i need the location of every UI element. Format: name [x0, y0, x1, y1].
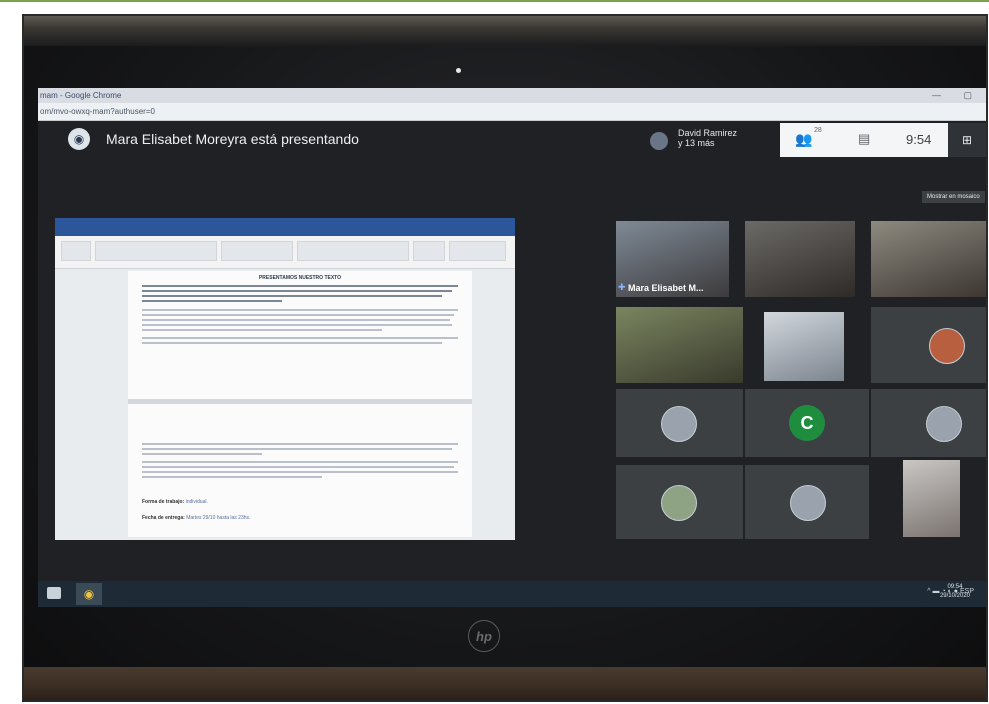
document-heading: PRESENTAMOS NUESTRO TEXTO [258, 275, 342, 281]
work-form-line: Forma de trabajo: individual. [142, 499, 208, 505]
webcam-dot [456, 68, 461, 73]
participant-tile[interactable] [616, 465, 743, 539]
text-line [142, 453, 262, 455]
presenter-avatar: ◉ [68, 128, 90, 150]
meeting-clock: 9:54 [906, 132, 932, 147]
participant-name-label: Mara Elisabet M... [628, 283, 704, 293]
taskbar-date: 29/10/2020 [939, 593, 970, 599]
participant-avatar [929, 328, 965, 364]
window-controls[interactable]: — ▢ [932, 88, 982, 103]
text-line [142, 314, 454, 316]
participant-avatar [790, 485, 826, 521]
hp-logo: hp [468, 620, 500, 652]
chat-icon[interactable]: ▤ [858, 131, 870, 147]
text-line [142, 466, 454, 468]
ribbon-editing-group [413, 241, 445, 261]
participant-tile-presenter[interactable]: ✚ Mara Elisabet M... [616, 221, 729, 297]
laptop-photo: mam - Google Chrome — ▢ om/mvo-owxq-mam?… [22, 14, 988, 702]
laptop-screen: mam - Google Chrome — ▢ om/mvo-owxq-mam?… [38, 88, 986, 607]
shared-word-document: PRESENTAMOS NUESTRO TEXTO Forma de traba… [55, 218, 515, 540]
url-text: om/mvo-owxq-mam?authuser=0 [40, 107, 155, 116]
taskbar-time: 09:54 [947, 584, 963, 590]
text-line [142, 337, 458, 339]
meet-top-bar: ◉ Mara Elisabet Moreyra está presentando… [38, 121, 986, 165]
people-count: 28 [814, 127, 822, 134]
participant-tile[interactable] [764, 312, 844, 381]
bezel-reflection [24, 16, 986, 46]
taskbar-clock: 09:54 29/10/2020 [940, 583, 970, 601]
participant-tile[interactable] [871, 221, 986, 297]
meet-controls-panel: 👥 28 ▤ 9:54 ⊞ [780, 123, 986, 157]
word-ribbon-tabs [55, 228, 515, 236]
participant-tile[interactable] [616, 307, 743, 383]
participant-grid: ✚ Mara Elisabet M... C [616, 221, 986, 539]
text-line [142, 443, 458, 445]
work-form-value: individual. [185, 499, 208, 505]
text-line [142, 324, 452, 326]
ribbon-font-group [95, 241, 217, 261]
ribbon-styles-group [297, 241, 409, 261]
photo-frame: mam - Google Chrome — ▢ om/mvo-owxq-mam?… [0, 0, 989, 704]
ribbon-paste-group [61, 241, 91, 261]
document-page: PRESENTAMOS NUESTRO TEXTO Forma de traba… [128, 271, 472, 537]
address-bar[interactable]: om/mvo-owxq-mam?authuser=0 [38, 103, 986, 121]
delivery-label: Fecha de entrega: [142, 515, 185, 521]
start-button[interactable] [47, 587, 61, 599]
word-titlebar [55, 218, 515, 228]
desk-surface [24, 667, 986, 700]
chrome-taskbar-icon[interactable]: ◉ [76, 583, 102, 605]
layout-button[interactable]: ⊞ [948, 123, 986, 157]
participant-letter-avatar: C [789, 405, 825, 441]
participant-tile[interactable] [871, 307, 986, 383]
layout-tooltip: Mostrar en mosaico [922, 191, 985, 203]
top-accent-line [0, 0, 989, 2]
chrome-titlebar: mam - Google Chrome — ▢ [38, 88, 986, 103]
participant-name: David Ramirez [678, 128, 738, 138]
text-line [142, 319, 450, 321]
participant-avatar [926, 406, 962, 442]
ribbon-paragraph-group [221, 241, 293, 261]
text-line [142, 448, 452, 450]
participant-tile[interactable] [871, 389, 986, 457]
page-break [128, 399, 472, 404]
delivery-line: Fecha de entrega: Martes 29/10 hasta las… [142, 515, 250, 521]
participant-tile[interactable] [616, 389, 743, 457]
participant-tile[interactable] [903, 460, 960, 537]
text-line [142, 461, 458, 463]
text-line [142, 342, 442, 344]
participant-tile[interactable] [745, 221, 855, 297]
pin-icon: ✚ [618, 282, 626, 292]
participant-avatar [661, 485, 697, 521]
ribbon-dictation-group [449, 241, 506, 261]
participant-avatar [661, 406, 697, 442]
windows-taskbar: ◉ ^ ▬ ◔ ◐ ● ESP 09:54 29/10/2020 [38, 581, 986, 607]
text-line [142, 285, 458, 287]
people-icon[interactable]: 👥 [795, 131, 812, 148]
participant-tile[interactable]: C [745, 389, 869, 457]
text-line [142, 476, 322, 478]
text-line [142, 309, 458, 311]
presenting-banner: Mara Elisabet Moreyra está presentando [106, 131, 359, 147]
text-line [142, 329, 382, 331]
delivery-value: Martes 29/10 hasta las 23hs. [186, 515, 251, 521]
work-form-label: Forma de trabajo: [142, 499, 185, 505]
window-title: mam - Google Chrome [40, 91, 122, 100]
participant-more: y 13 más [678, 138, 715, 148]
participant-tile[interactable] [745, 465, 869, 539]
text-line [142, 290, 452, 292]
text-line [142, 471, 458, 473]
word-ribbon [55, 236, 515, 269]
text-line [142, 295, 442, 297]
text-line [142, 300, 282, 302]
layout-icon: ⊞ [961, 133, 973, 147]
participant-avatar [650, 132, 668, 150]
participants-summary: David Ramirez y 13 más [678, 128, 737, 148]
